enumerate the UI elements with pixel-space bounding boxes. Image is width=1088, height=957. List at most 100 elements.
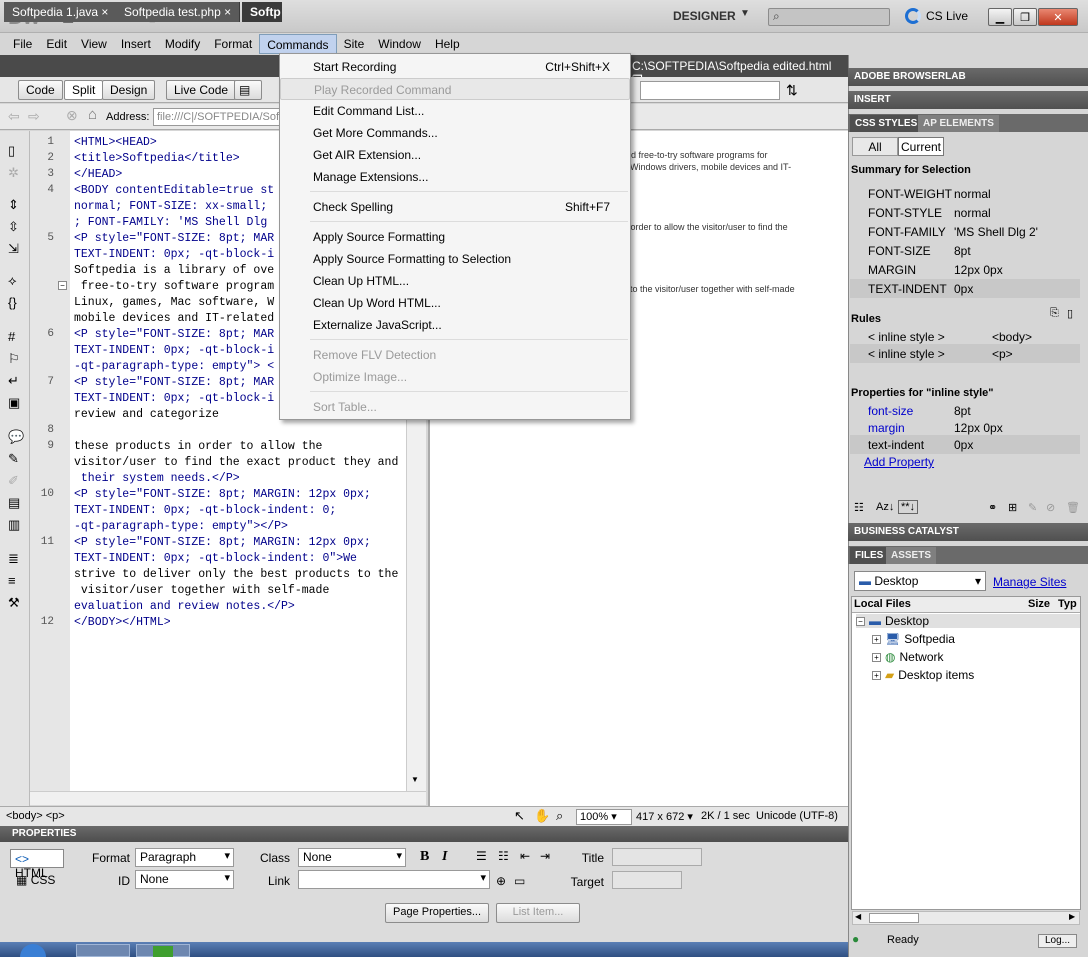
code-line[interactable]: </HEAD> [74,167,122,183]
code-line[interactable]: <P style="FONT-SIZE: 8pt; MARGIN: 12px 0… [74,535,371,551]
tab-assets[interactable]: ASSETS [886,547,937,564]
close-icon[interactable]: × [224,5,231,19]
scroll-right-icon[interactable]: ▶ [1069,912,1075,921]
wrap-tag-icon[interactable]: ✐ [8,473,19,489]
menu-item-clean-up-html[interactable]: Clean Up HTML... [280,270,630,292]
code-line[interactable]: <P style="FONT-SIZE: 8pt; MAR [74,231,274,247]
indent-icon[interactable]: ≣ [8,551,19,567]
move-css-icon[interactable]: ▥ [8,517,20,533]
indent-text-icon[interactable]: ⇥ [540,849,550,863]
open-documents-icon[interactable]: ▯ [8,143,15,159]
tab-softpedia-edited[interactable]: Softp [242,2,282,22]
menu-view[interactable]: View [74,34,114,54]
menu-format[interactable]: Format [207,34,259,54]
code-line[interactable]: -qt-paragraph-type: empty"></P> [74,519,288,535]
code-line[interactable]: these products in order to allow the [74,439,322,455]
menu-item-check-spelling[interactable]: Check Spelling Shift+F7 [280,196,630,218]
code-line[interactable]: mobile devices and IT-related [74,311,274,327]
tab-css-styles[interactable]: CSS STYLES [850,115,923,132]
menu-item-start-recording[interactable]: Start Recording Ctrl+Shift+X [280,56,630,78]
outdent-text-icon[interactable]: ⇤ [520,849,530,863]
browserlab-panel-header[interactable]: ADOBE BROWSERLAB [848,68,1088,86]
select-parent-tag-icon[interactable]: ⟡ [8,273,17,289]
show-code-navigator-icon[interactable]: ✲ [8,165,19,181]
code-line[interactable]: visitor/user together with self-made [74,583,329,599]
collapse-icon[interactable]: − [856,616,865,626]
expand-icon[interactable]: + [872,634,881,644]
scroll-down-icon[interactable]: ▼ [411,775,419,784]
forward-icon[interactable]: ⇨ [28,108,40,125]
code-line[interactable]: strive to deliver only the best products… [74,567,398,583]
zoom-select[interactable]: 100% ▾ [576,809,632,825]
code-line[interactable]: TEXT-INDENT: 0px; -qt-block-i [74,391,274,407]
code-line[interactable]: <P style="FONT-SIZE: 8pt; MAR [74,375,274,391]
apply-comment-icon[interactable]: 💬 [8,429,24,445]
code-line[interactable]: TEXT-INDENT: 0px; -qt-block-i [74,343,274,359]
disable-property-icon[interactable]: ⊘ [1046,501,1055,514]
menu-commands[interactable]: Commands [259,34,337,54]
local-files-column[interactable]: Local Files [854,598,911,610]
fold-collapse-icon[interactable]: − [58,281,67,290]
link-input[interactable] [298,870,490,889]
hand-tool-icon[interactable]: ✋ [534,808,550,824]
format-source-icon[interactable]: ⚒ [8,595,20,611]
point-to-file-icon[interactable]: ⊕ [496,874,506,888]
menu-insert[interactable]: Insert [114,34,158,54]
title-field[interactable] [612,848,702,866]
browse-folder-icon[interactable]: ▭ [514,874,525,888]
italic-button[interactable]: I [442,849,447,865]
home-icon[interactable]: ⌂ [88,106,97,123]
start-orb-icon[interactable] [20,944,46,957]
tree-item-network[interactable]: + ◍ Network [872,650,944,664]
taskbar-app-button[interactable] [76,944,130,957]
menu-modify[interactable]: Modify [158,34,207,54]
menu-item-get-more-commands[interactable]: Get More Commands... [280,122,630,144]
bold-button[interactable]: B [420,849,429,865]
tag-selector[interactable]: <body> <p> [6,810,65,822]
target-select[interactable] [612,871,682,889]
html-mode-button[interactable]: <> HTML [10,849,64,880]
code-line[interactable]: TEXT-INDENT: 0px; -qt-block-indent: 0">W… [74,551,357,567]
menu-item-play-recorded-command[interactable]: Play Recorded Command [280,78,630,100]
code-line[interactable]: ; FONT-FAMILY: 'MS Shell Dlg [74,215,267,231]
delete-rule-icon[interactable]: 🗑 [1066,501,1080,514]
menu-item-remove-flv-detection[interactable]: Remove FLV Detection [280,344,630,366]
menu-window[interactable]: Window [371,34,428,54]
address-input[interactable]: file:///C|/SOFTPEDIA/Sof [153,108,283,126]
menu-item-manage-extensions[interactable]: Manage Extensions... [280,166,630,188]
tree-item-softpedia[interactable]: + 🖥 Softpedia [872,632,955,646]
maximize-button[interactable]: ❐ [1013,8,1037,26]
ordered-list-icon[interactable]: ☷ [498,849,509,863]
property-row[interactable]: text-indent 0px [850,435,1080,454]
type-column[interactable]: Typ [1058,598,1077,610]
show-info-icon[interactable]: ▯ [1067,307,1073,320]
rule-row[interactable]: < inline style > <p> [850,344,1080,363]
tab-softpedia-php[interactable]: Softpedia test.php × [116,2,241,22]
collapse-tag-icon[interactable]: ⇕ [8,197,19,213]
summary-row[interactable]: TEXT-INDENT 0px [850,279,1080,298]
menu-item-optimize-image[interactable]: Optimize Image... [280,366,630,388]
menu-help[interactable]: Help [428,34,467,54]
recent-snippets-icon[interactable]: ▤ [8,495,20,511]
zoom-tool-icon[interactable]: ⌕ [556,808,563,824]
code-line[interactable]: visitor/user to find the exact product t… [74,455,398,471]
minimize-button[interactable]: ▁ [988,8,1012,26]
menu-item-apply-source-formatting-to-selection[interactable]: Apply Source Formatting to Selection [280,248,630,270]
page-properties-button[interactable]: Page Properties... [385,903,490,923]
menu-file[interactable]: File [6,34,39,54]
highlight-invalid-icon[interactable]: ⚐ [8,351,20,367]
code-line[interactable]: </BODY></HTML> [74,615,171,631]
menu-item-clean-up-word-html[interactable]: Clean Up Word HTML... [280,292,630,314]
site-select[interactable]: ▬ Desktop ▾ [854,571,986,591]
manage-sites-link[interactable]: Manage Sites [993,575,1066,589]
class-select[interactable]: None [298,848,406,867]
unordered-list-icon[interactable]: ☰ [476,849,487,863]
search-input[interactable] [768,8,890,26]
remove-comment-icon[interactable]: ✎ [8,451,19,467]
code-line[interactable]: Softpedia is a library of ove [74,263,274,279]
tab-files[interactable]: FILES [850,547,889,564]
menu-edit[interactable]: Edit [39,34,74,54]
expand-all-icon[interactable]: ⇲ [8,241,19,257]
tree-item-desktop[interactable]: − ▬ Desktop [856,614,1080,628]
workspace-switcher[interactable]: DESIGNER [673,9,736,23]
